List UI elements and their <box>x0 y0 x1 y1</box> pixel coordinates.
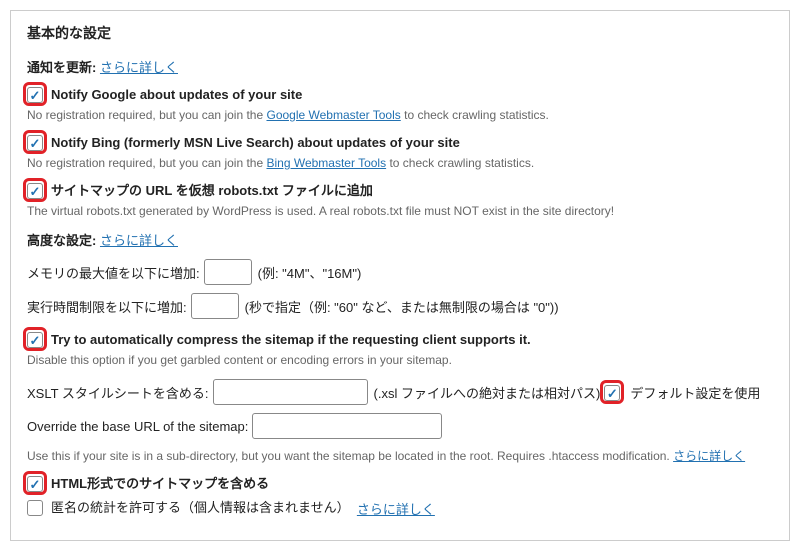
robots-desc: The virtual robots.txt generated by Word… <box>27 202 773 220</box>
notify-google-checkbox[interactable] <box>27 87 43 103</box>
notify-heading-label: 通知を更新: <box>27 60 96 75</box>
override-desc: Use this if your site is in a sub-direct… <box>27 447 773 465</box>
memory-row: メモリの最大値を以下に増加: (例: "4M"、"16M") <box>27 259 773 285</box>
compress-checkbox[interactable] <box>27 332 43 348</box>
advanced-heading-label: 高度な設定: <box>27 233 96 248</box>
xslt-hint: (.xsl ファイルへの絶対または相対パス) <box>374 383 601 402</box>
notify-google-desc: No registration required, but you can jo… <box>27 106 773 124</box>
compress-row: Try to automatically compress the sitema… <box>27 331 773 349</box>
exectime-label: 実行時間制限を以下に増加: <box>27 297 187 316</box>
robots-label: サイトマップの URL を仮想 robots.txt ファイルに追加 <box>51 182 373 200</box>
notify-bing-checkbox[interactable] <box>27 135 43 151</box>
anon-stats-more-link[interactable]: さらに詳しく <box>357 499 435 518</box>
xslt-row: XSLT スタイルシートを含める: (.xsl ファイルへの絶対または相対パス)… <box>27 379 773 405</box>
bing-webmaster-link[interactable]: Bing Webmaster Tools <box>266 156 386 170</box>
robots-row: サイトマップの URL を仮想 robots.txt ファイルに追加 <box>27 182 773 200</box>
anon-stats-label: 匿名の統計を許可する（個人情報は含まれません） <box>51 499 350 517</box>
notify-bing-row: Notify Bing (formerly MSN Live Search) a… <box>27 134 773 152</box>
notify-bing-desc-pre: No registration required, but you can jo… <box>27 156 266 170</box>
anon-stats-checkbox[interactable] <box>27 500 43 516</box>
memory-hint: (例: "4M"、"16M") <box>258 263 362 282</box>
exectime-input[interactable] <box>191 293 239 319</box>
memory-label: メモリの最大値を以下に増加: <box>27 263 200 282</box>
notify-google-row: Notify Google about updates of your site <box>27 86 773 104</box>
anon-stats-row: 匿名の統計を許可する（個人情報は含まれません） さらに詳しく <box>27 499 773 518</box>
xslt-label: XSLT スタイルシートを含める: <box>27 383 209 402</box>
section-title: 基本的な設定 <box>27 23 773 43</box>
notify-bing-desc: No registration required, but you can jo… <box>27 154 773 172</box>
basic-settings-panel: 基本的な設定 通知を更新: さらに詳しく Notify Google about… <box>10 10 790 541</box>
override-input[interactable] <box>252 413 442 439</box>
override-label: Override the base URL of the sitemap: <box>27 419 248 434</box>
override-desc-pre: Use this if your site is in a sub-direct… <box>27 449 673 463</box>
advanced-heading: 高度な設定: さらに詳しく <box>27 230 773 249</box>
html-sitemap-checkbox[interactable] <box>27 476 43 492</box>
exectime-row: 実行時間制限を以下に増加: (秒で指定（例: "60" など、または無制限の場合… <box>27 293 773 319</box>
override-more-link[interactable]: さらに詳しく <box>673 449 745 463</box>
notify-google-desc-pre: No registration required, but you can jo… <box>27 108 266 122</box>
notify-heading: 通知を更新: さらに詳しく <box>27 57 773 76</box>
override-row: Override the base URL of the sitemap: <box>27 413 773 439</box>
notify-google-label: Notify Google about updates of your site <box>51 86 302 104</box>
robots-checkbox[interactable] <box>27 183 43 199</box>
exectime-hint: (秒で指定（例: "60" など、または無制限の場合は "0")) <box>245 297 559 316</box>
compress-desc: Disable this option if you get garbled c… <box>27 351 773 369</box>
xslt-default-label: デフォルト設定を使用 <box>630 383 760 402</box>
compress-label: Try to automatically compress the sitema… <box>51 331 531 349</box>
advanced-more-link[interactable]: さらに詳しく <box>100 233 178 248</box>
notify-bing-label: Notify Bing (formerly MSN Live Search) a… <box>51 134 460 152</box>
xslt-input[interactable] <box>213 379 368 405</box>
notify-bing-desc-post: to check crawling statistics. <box>386 156 534 170</box>
html-sitemap-label: HTML形式でのサイトマップを含める <box>51 475 269 493</box>
memory-input[interactable] <box>204 259 252 285</box>
google-webmaster-link[interactable]: Google Webmaster Tools <box>266 108 400 122</box>
xslt-default-checkbox[interactable] <box>604 385 620 401</box>
notify-google-desc-post: to check crawling statistics. <box>401 108 549 122</box>
html-sitemap-row: HTML形式でのサイトマップを含める <box>27 475 773 493</box>
notify-more-link[interactable]: さらに詳しく <box>100 60 178 75</box>
